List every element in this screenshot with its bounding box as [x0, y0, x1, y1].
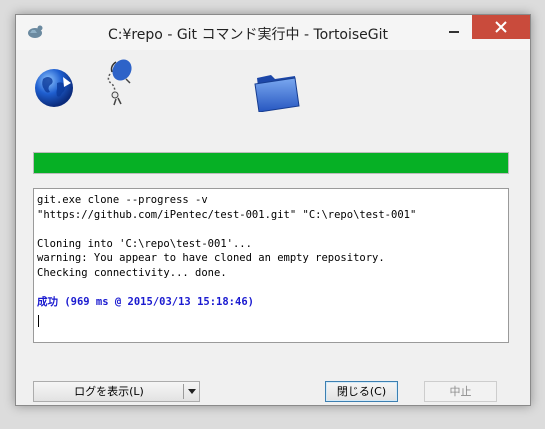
output-log[interactable]: git.exe clone --progress -v "https://git…: [33, 188, 509, 343]
tortoise-app-icon: [28, 25, 43, 38]
globe-icon: [35, 69, 73, 107]
text-caret: [38, 315, 39, 327]
log-line: Checking connectivity... done.: [37, 266, 227, 279]
success-message: 成功 (969 ms @ 2015/03/13 15:18:46): [37, 295, 254, 308]
title-bar[interactable]: C:¥repo - Git コマンド実行中 - TortoiseGit: [16, 15, 530, 50]
tortoisegit-progress-window: C:¥repo - Git コマンド実行中 - TortoiseGit git.…: [15, 14, 531, 406]
progress-bar-fill: [34, 153, 508, 173]
close-icon: [495, 21, 507, 33]
log-line: "https://github.com/iPentec/test-001.git…: [37, 208, 417, 221]
window-title: C:¥repo - Git コマンド実行中 - TortoiseGit: [107, 27, 389, 43]
folder-icon: [254, 75, 300, 112]
log-line: warning: You appear to have cloned an em…: [37, 252, 385, 264]
split-divider: [183, 384, 184, 399]
show-log-label: ログを表示(L): [74, 385, 144, 398]
show-log-button[interactable]: ログを表示(L): [33, 381, 200, 402]
minimize-button[interactable]: [440, 17, 468, 39]
abort-button[interactable]: 中止: [424, 381, 497, 402]
chevron-down-icon[interactable]: [188, 389, 196, 394]
client-area: git.exe clone --progress -v "https://git…: [16, 50, 530, 405]
log-line: Cloning into 'C:\repo\test-001'...: [37, 237, 252, 250]
progress-bar: [33, 152, 509, 174]
close-button[interactable]: 閉じる(C): [325, 381, 398, 402]
turtle-logo-icon: [107, 59, 132, 106]
log-line: git.exe clone --progress -v: [37, 194, 208, 206]
window-close-button[interactable]: [472, 15, 530, 39]
